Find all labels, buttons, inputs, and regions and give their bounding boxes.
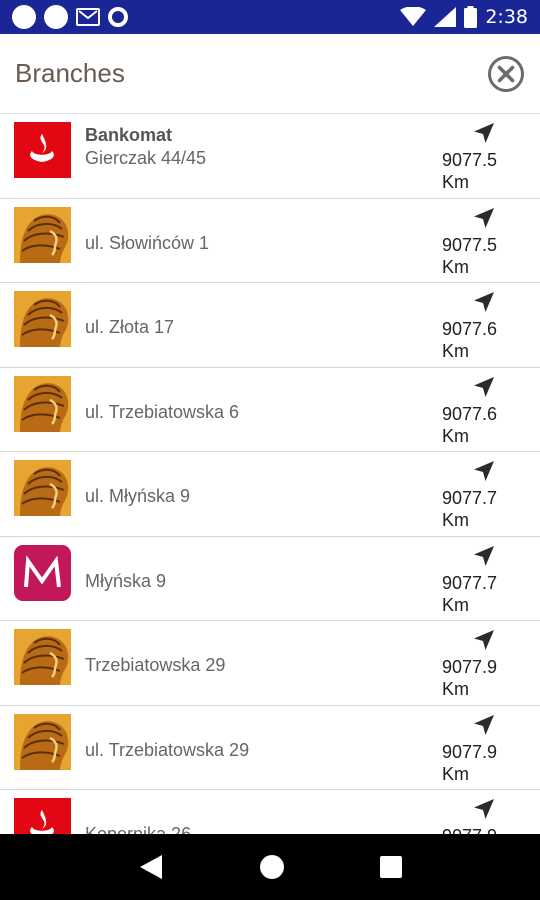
page-title: Branches [15, 58, 125, 88]
branch-address: ul. Trzebiatowska 29 [85, 739, 250, 760]
distance-value: 9077.9 [442, 741, 498, 762]
branch-info: ul. Trzebiatowska 29 [85, 716, 430, 762]
pekao-logo [14, 460, 71, 516]
branch-info: Młyńska 9 [85, 547, 430, 593]
clock: 2:38 [485, 6, 528, 28]
branch-info: ul. Złota 17 [85, 293, 430, 339]
branch-address: ul. Słowińców 1 [85, 232, 210, 253]
toolbar: Branches [0, 34, 540, 114]
pekao-logo [14, 291, 71, 347]
distance-value: 9077.6 [442, 403, 498, 424]
back-icon[interactable] [138, 853, 164, 881]
branch-info: Trzebiatowska 29 [85, 631, 430, 677]
navigation-arrow-icon[interactable] [473, 460, 495, 482]
millennium-logo [14, 544, 71, 601]
pekao-logo [14, 713, 71, 770]
pekao-logo [14, 206, 71, 263]
branches-screen: Branches Bankomat Gierczak 44/45 9077.5 Km u… [0, 34, 540, 834]
branch-list-item[interactable]: ul. Trzebiatowska 6 9077.6 Km [0, 368, 540, 452]
notification-dot-icon [12, 5, 36, 29]
navigation-arrow-icon[interactable] [473, 629, 495, 651]
close-icon [488, 55, 524, 92]
branch-address: ul. Trzebiatowska 6 [85, 401, 240, 422]
branch-name: Bankomat [85, 125, 173, 145]
branch-name [85, 378, 430, 400]
distance-value: 9077.9 [442, 657, 498, 677]
distance-unit: Km [442, 510, 469, 530]
notification-dot-icon [44, 5, 68, 29]
branch-list: Bankomat Gierczak 44/45 9077.5 Km ul. Słowiń… [0, 114, 540, 834]
branch-list-item[interactable]: Trzebiatowska 29 9077.9 Km [0, 621, 540, 706]
branch-info: ul. Trzebiatowska 6 [85, 378, 430, 424]
navigation-arrow-icon[interactable] [473, 376, 495, 398]
distance-value: 9077.6 [442, 319, 498, 339]
navigation-arrow-icon[interactable] [473, 122, 495, 144]
distance-unit: Km [442, 172, 469, 192]
wifi-icon [400, 7, 427, 26]
santander-logo [14, 798, 71, 834]
distance-unit: Km [442, 763, 469, 784]
system-icons: 2:38 [400, 6, 528, 28]
distance-unit: Km [442, 679, 469, 699]
navigation-arrow-icon[interactable] [473, 291, 495, 313]
branch-list-item[interactable]: Młyńska 9 9077.7 Km [0, 537, 540, 621]
santander-logo [14, 122, 71, 178]
navigation-arrow-icon[interactable] [473, 798, 495, 820]
branch-list-item[interactable]: ul. Złota 17 9077.6 Km [0, 283, 540, 368]
distance-unit: Km [442, 425, 469, 446]
branch-list-item[interactable]: ul. Młyńska 9 9077.7 Km [0, 452, 540, 537]
branch-name [85, 800, 430, 822]
battery-icon [464, 6, 478, 28]
branch-name [85, 547, 430, 569]
branch-list-item[interactable]: ul. Słowińców 1 9077.5 Km [0, 199, 540, 283]
branch-address: Młyńska 9 [85, 570, 167, 591]
navigation-arrow-icon[interactable] [473, 714, 495, 736]
branch-info: Kopernika 26 [85, 800, 430, 834]
branch-list-item[interactable]: Kopernika 269077.9Km [0, 790, 540, 834]
distance-value: 9077.5 [442, 150, 498, 170]
branch-list-item[interactable]: ul. Trzebiatowska 29 9077.9 Km [0, 706, 540, 790]
branch-info: Bankomat Gierczak 44/45 [85, 124, 430, 170]
signal-icon [434, 7, 457, 27]
navigation-bar [0, 834, 540, 900]
branch-name [85, 631, 430, 653]
mail-icon [76, 8, 100, 26]
distance-unit: Km [442, 256, 469, 277]
sync-icon [108, 7, 128, 27]
branch-name [85, 209, 430, 231]
branch-address: Kopernika 26 [85, 824, 192, 834]
recents-icon[interactable] [380, 856, 403, 878]
notification-icons [12, 5, 128, 29]
distance-value: 9077.5 [442, 234, 498, 255]
distance-unit: Km [442, 594, 469, 615]
branch-name [85, 462, 430, 484]
branch-address: Gierczak 44/45 [85, 148, 207, 168]
branch-info: ul. Słowińców 1 [85, 209, 430, 255]
distance-value: 9077.7 [442, 488, 498, 508]
branch-list-item[interactable]: Bankomat Gierczak 44/45 9077.5 Km [0, 114, 540, 199]
branch-address: ul. Złota 17 [85, 317, 175, 337]
distance-value: 9077.9 [442, 826, 497, 834]
branch-address: Trzebiatowska 29 [85, 655, 226, 675]
home-icon[interactable] [259, 854, 285, 880]
navigation-arrow-icon[interactable] [473, 207, 495, 229]
close-button[interactable] [486, 54, 526, 94]
status-bar: 2:38 [0, 0, 540, 34]
branch-info: ul. Młyńska 9 [85, 462, 430, 508]
distance-value: 9077.7 [442, 572, 498, 593]
branch-address: ul. Młyńska 9 [85, 486, 191, 506]
pekao-logo [14, 629, 71, 685]
navigation-arrow-icon[interactable] [473, 545, 495, 567]
branch-name [85, 293, 430, 315]
distance-unit: Km [442, 341, 469, 361]
branch-name [85, 716, 430, 738]
pekao-logo [14, 375, 71, 432]
